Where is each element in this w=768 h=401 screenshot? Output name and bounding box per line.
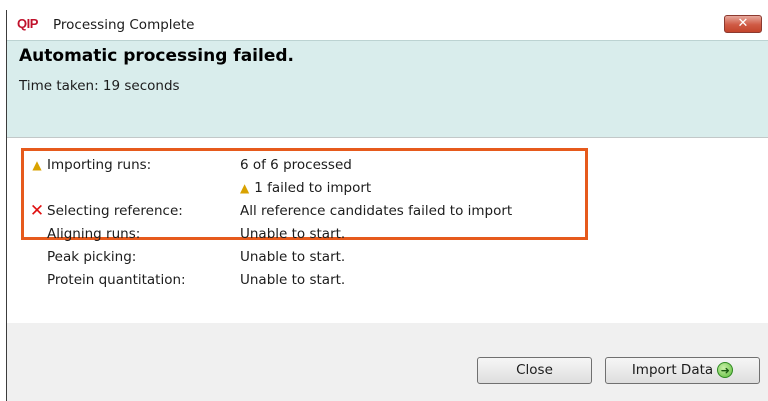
sub-status: ▲ 1 failed to import	[240, 180, 371, 196]
import-data-button[interactable]: Import Data ➜	[605, 357, 760, 384]
green-arrow-right-icon: ➜	[717, 362, 734, 378]
title-bar: QIP Processing Complete ✕	[7, 10, 768, 40]
step-status: 6 of 6 processed	[240, 157, 352, 173]
step-label: Selecting reference:	[47, 203, 183, 219]
step-row-peak-picking: Peak picking: Unable to start.	[7, 247, 767, 269]
step-status: Unable to start.	[240, 272, 346, 288]
step-row-selecting-reference: ✕ Selecting reference: All reference can…	[7, 201, 767, 223]
close-icon: ✕	[737, 16, 749, 31]
app-logo: QIP	[17, 16, 38, 31]
step-row-aligning-runs: Aligning runs: Unable to start.	[7, 224, 767, 246]
step-status: 1 failed to import	[254, 180, 372, 196]
time-taken-text: Time taken: 19 seconds	[19, 78, 180, 94]
step-label: Aligning runs:	[47, 226, 141, 242]
step-label: Peak picking:	[47, 249, 137, 265]
step-status: Unable to start.	[240, 249, 346, 265]
error-x-icon: ✕	[29, 201, 45, 221]
step-label: Importing runs:	[47, 157, 152, 173]
step-status: All reference candidates failed to impor…	[240, 203, 513, 219]
processing-steps-panel: ▲ Importing runs: 6 of 6 processed ▲ 1 fa…	[7, 138, 768, 324]
window-title: Processing Complete	[53, 17, 195, 33]
import-data-label: Import Data	[631, 362, 714, 378]
dialog-footer: Close Import Data ➜	[7, 323, 768, 401]
processing-complete-dialog: QIP Processing Complete ✕ Automatic proc…	[6, 10, 768, 401]
step-row-importing-runs: ▲ Importing runs: 6 of 6 processed	[7, 155, 767, 177]
warning-icon: ▲	[240, 181, 250, 195]
step-row-import-failures: ▲ 1 failed to import	[7, 178, 767, 200]
step-label: Protein quantitation:	[47, 272, 186, 288]
step-row-protein-quantitation: Protein quantitation: Unable to start.	[7, 270, 767, 292]
window-close-button[interactable]: ✕	[724, 15, 762, 33]
close-button-label: Close	[516, 362, 553, 378]
status-headline: Automatic processing failed.	[19, 46, 294, 66]
warning-icon: ▲	[32, 158, 42, 172]
step-status: Unable to start.	[240, 226, 346, 242]
close-button[interactable]: Close	[477, 357, 592, 384]
